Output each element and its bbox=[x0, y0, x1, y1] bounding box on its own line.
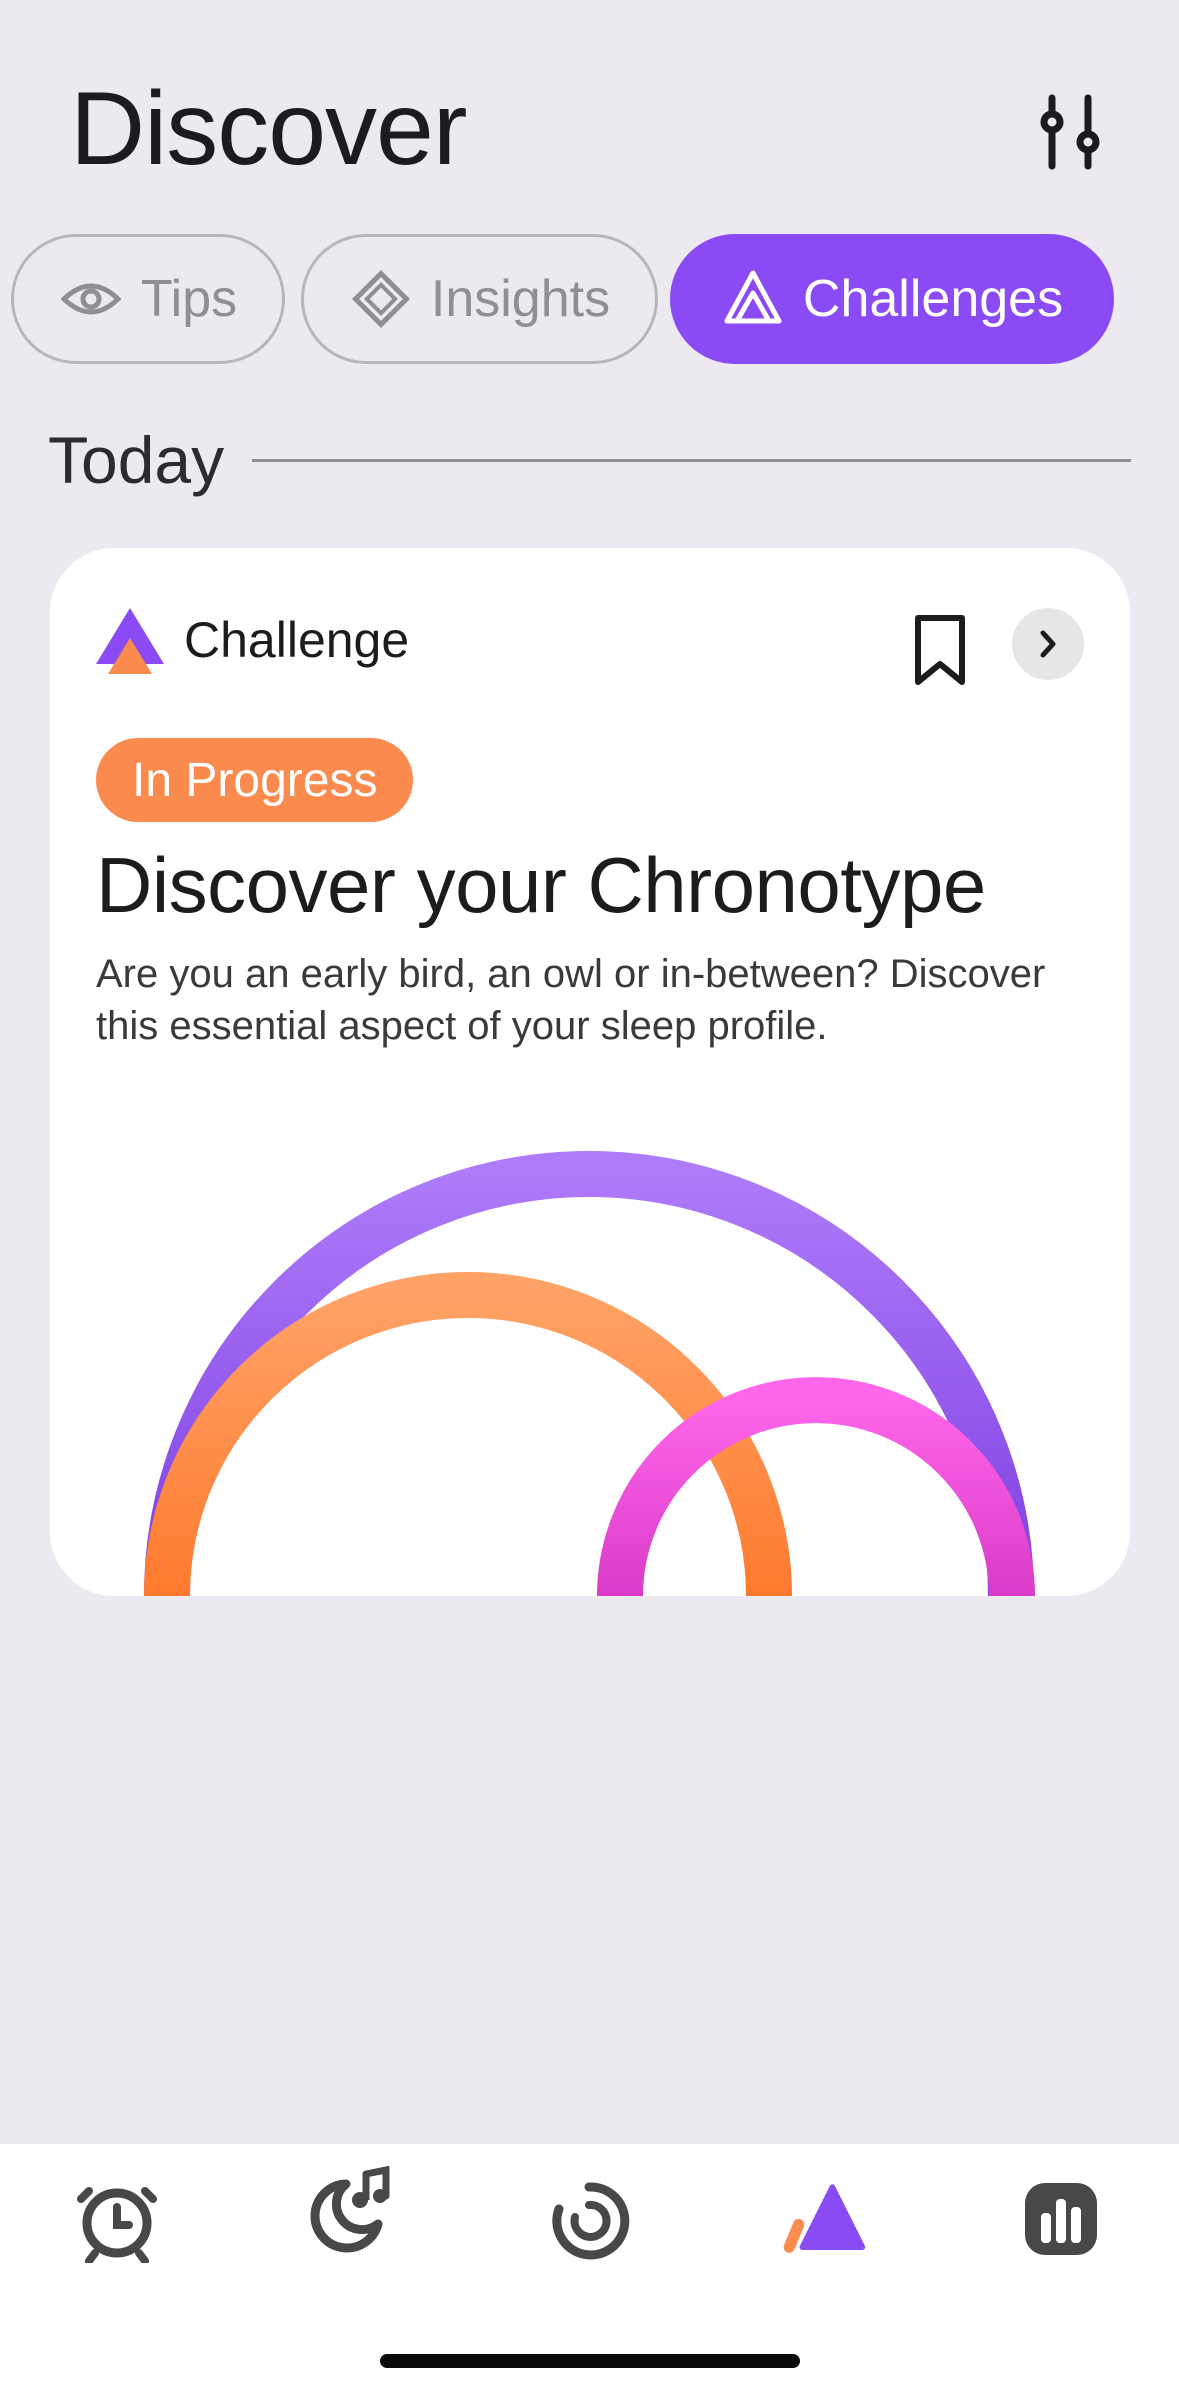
tab-label: Tips bbox=[140, 270, 238, 328]
chevron-right-icon bbox=[1040, 630, 1056, 658]
spiral-icon bbox=[552, 2182, 630, 2260]
tabbar-item-alarm[interactable] bbox=[72, 2176, 162, 2266]
challenge-logo-icon bbox=[96, 608, 164, 674]
tabbar-item-sleep-sounds[interactable] bbox=[306, 2166, 396, 2256]
card-description: Are you an early bird, an owl or in-betw… bbox=[96, 952, 1046, 1048]
discover-icon bbox=[783, 2184, 866, 2253]
card-header: Challenge bbox=[94, 604, 409, 676]
section-label: Today bbox=[48, 423, 225, 497]
stats-icon bbox=[1025, 2183, 1097, 2255]
challenge-card[interactable]: Challenge In Progress Discover your Chro… bbox=[50, 548, 1130, 1596]
bookmark-icon[interactable] bbox=[908, 614, 972, 686]
tab-label: Insights bbox=[430, 270, 611, 328]
tabbar-item-sleep-tracker[interactable] bbox=[544, 2176, 634, 2266]
challenge-icon bbox=[721, 267, 785, 331]
alarm-clock-icon bbox=[77, 2187, 157, 2263]
filter-button[interactable] bbox=[1030, 92, 1110, 172]
diamond-icon bbox=[349, 267, 413, 331]
page-title: Discover bbox=[70, 71, 468, 187]
tabbar-item-discover[interactable] bbox=[778, 2174, 868, 2264]
card-kind-label: Challenge bbox=[184, 612, 410, 668]
tab-insights[interactable]: Insights bbox=[301, 234, 658, 364]
tab-tips[interactable]: Tips bbox=[11, 234, 285, 364]
section-header-today: Today bbox=[48, 420, 1131, 500]
tab-label: Challenges bbox=[802, 270, 1064, 328]
moon-music-icon bbox=[310, 2166, 390, 2253]
section-divider bbox=[252, 458, 1131, 462]
eye-icon bbox=[59, 267, 123, 331]
discover-screen: Discover Tips Insights Challenges Today … bbox=[0, 0, 1179, 2396]
tab-challenges[interactable]: Challenges bbox=[670, 234, 1114, 364]
status-badge: In Progress bbox=[96, 738, 414, 822]
home-indicator bbox=[380, 2354, 800, 2368]
sliders-icon bbox=[1040, 94, 1100, 170]
tabbar-item-statistics[interactable] bbox=[1016, 2174, 1106, 2264]
card-title: Discover your Chronotype bbox=[96, 841, 986, 929]
chronotype-illustration bbox=[144, 1151, 1035, 1596]
open-card-button[interactable] bbox=[1012, 608, 1084, 680]
